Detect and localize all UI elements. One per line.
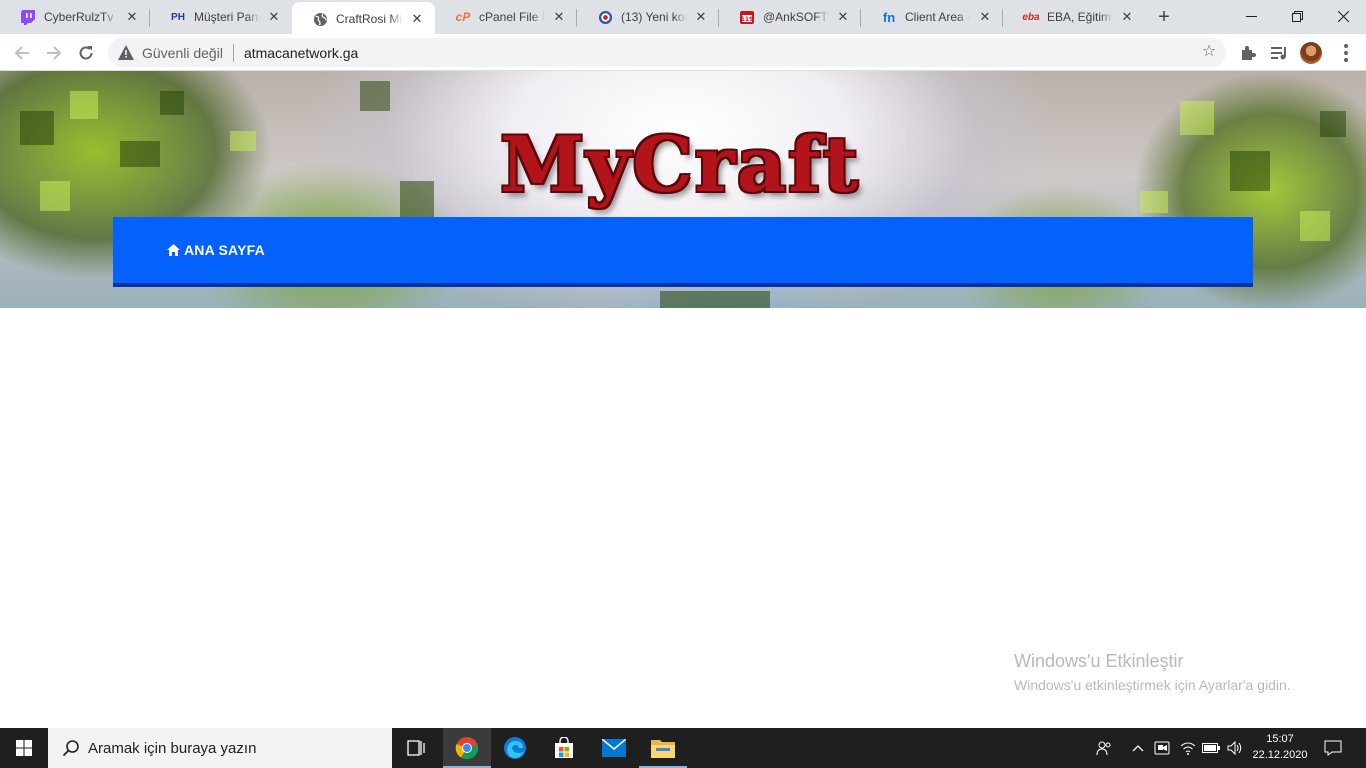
tab-title: cPanel File Manager — [479, 10, 545, 24]
tab-yeni-konu[interactable]: (13) Yeni konu ✕ — [577, 0, 719, 34]
cpanel-icon: cP — [455, 10, 471, 24]
windows-taskbar: Aramak için buraya yazın 15:07 22.12.202… — [0, 728, 1366, 768]
close-icon[interactable]: ✕ — [124, 9, 140, 25]
svg-text:119: 119 — [741, 16, 754, 23]
media-playlist-icon[interactable] — [1267, 41, 1291, 65]
store-icon — [555, 737, 573, 758]
windows-activation-watermark: Windows'u Etkinleştir Windows'u etkinleş… — [1014, 651, 1291, 693]
action-center-icon[interactable] — [1320, 728, 1346, 768]
new-tab-button[interactable]: + — [1152, 6, 1176, 30]
battery-icon[interactable] — [1200, 728, 1222, 768]
edge-icon — [504, 737, 526, 759]
chrome-menu-icon[interactable] — [1336, 41, 1356, 65]
taskbar-clock[interactable]: 15:07 22.12.2020 — [1248, 731, 1312, 763]
eba-icon: eba — [1022, 11, 1040, 23]
restore-button[interactable] — [1274, 0, 1320, 32]
hero-banner: MyCraft ANA SAYFA — [0, 71, 1366, 308]
tab-title: @AnkSOFT — [763, 10, 828, 24]
taskbar-file-explorer[interactable] — [639, 728, 687, 768]
bookmark-star-icon[interactable]: ☆ — [1200, 43, 1218, 61]
page-content: MyCraft ANA SAYFA — [0, 71, 1366, 728]
restore-icon — [1291, 10, 1303, 22]
security-status[interactable]: Güvenli değil — [142, 45, 223, 61]
mail-icon — [602, 739, 626, 757]
omnibox-divider — [232, 43, 234, 62]
globe-icon — [312, 11, 328, 27]
forum-icon — [597, 9, 613, 25]
tab-title: Client Area - Fn — [905, 10, 971, 24]
warning-triangle-icon[interactable] — [118, 45, 134, 61]
reload-icon — [79, 46, 93, 60]
tab-craftrosi[interactable]: CraftRosi Minecraft ✕ — [292, 2, 435, 36]
calendar-119-icon: 119 — [739, 9, 755, 25]
url-text[interactable]: atmacanetwork.ga — [244, 45, 358, 61]
search-placeholder: Aramak için buraya yazın — [88, 739, 257, 757]
meet-now-icon[interactable] — [1152, 728, 1172, 768]
tab-title: CraftRosi Minecraft — [336, 12, 403, 26]
tab-musteri-paneli[interactable]: PH Müşteri Paneli ✕ — [150, 0, 292, 34]
taskbar-edge[interactable] — [491, 728, 539, 768]
close-icon[interactable]: ✕ — [835, 9, 851, 25]
tab-strip: CyberRulzTv - Twitch ✕ PH Müşteri Paneli… — [0, 0, 1366, 36]
wifi-icon[interactable] — [1178, 728, 1198, 768]
site-logo[interactable]: MyCraft — [490, 119, 870, 209]
task-view-button[interactable] — [392, 728, 440, 768]
tab-client-area[interactable]: fn Client Area - Fn ✕ — [861, 0, 1003, 34]
close-icon[interactable]: ✕ — [266, 9, 282, 25]
clock-time: 15:07 — [1266, 733, 1294, 745]
start-button[interactable] — [0, 728, 48, 768]
twitch-icon — [20, 9, 36, 25]
close-icon[interactable]: ✕ — [409, 11, 425, 27]
tab-title: Müşteri Paneli — [194, 10, 260, 24]
reload-button[interactable] — [72, 39, 100, 67]
volume-icon[interactable] — [1224, 728, 1246, 768]
people-icon[interactable] — [1092, 728, 1116, 768]
browser-toolbar: Güvenli değil atmacanetwork.ga ☆ — [0, 34, 1366, 71]
nav-home-label: ANA SAYFA — [184, 242, 265, 258]
taskbar-search-box[interactable]: Aramak için buraya yazın — [48, 728, 392, 768]
tab-title: (13) Yeni konu — [621, 10, 687, 24]
arrow-left-icon — [14, 46, 29, 60]
chevron-up-icon[interactable] — [1128, 728, 1148, 768]
profile-avatar[interactable] — [1300, 42, 1322, 64]
nav-home-link[interactable]: ANA SAYFA — [167, 242, 265, 258]
home-icon — [167, 244, 180, 256]
tab-anksoft[interactable]: 119 @AnkSOFT ✕ — [719, 0, 861, 34]
arrow-right-icon — [47, 46, 62, 60]
close-icon[interactable]: ✕ — [551, 9, 567, 25]
close-icon[interactable]: ✕ — [693, 9, 709, 25]
taskbar-store[interactable] — [540, 728, 588, 768]
task-view-icon — [407, 740, 425, 756]
forward-button[interactable] — [40, 39, 68, 67]
taskbar-chrome[interactable] — [443, 728, 491, 768]
minimize-button[interactable] — [1228, 0, 1274, 32]
tab-twitch[interactable]: CyberRulzTv - Twitch ✕ — [0, 0, 150, 34]
windows-logo-icon — [16, 740, 32, 756]
ph-icon: PH — [171, 11, 185, 23]
minimize-icon — [1245, 15, 1257, 17]
search-icon — [62, 740, 79, 757]
close-window-button[interactable] — [1320, 0, 1366, 32]
close-icon[interactable]: ✕ — [977, 9, 993, 25]
tab-cpanel[interactable]: cP cPanel File Manager ✕ — [435, 0, 577, 34]
back-button[interactable] — [8, 39, 36, 67]
file-explorer-icon — [651, 740, 675, 758]
watermark-title: Windows'u Etkinleştir — [1014, 651, 1184, 671]
tab-title: CyberRulzTv - Twitch — [44, 10, 118, 24]
tab-eba[interactable]: eba EBA, Eğitim Bilişim Ağı ✕ — [1003, 0, 1145, 34]
extensions-puzzle-icon[interactable] — [1236, 41, 1260, 65]
main-navbar: ANA SAYFA — [113, 217, 1253, 287]
close-icon[interactable]: ✕ — [1119, 9, 1135, 25]
taskbar-mail[interactable] — [590, 728, 638, 768]
close-icon — [1337, 10, 1349, 22]
watermark-subtitle: Windows'u etkinleştirmek için Ayarlar'a … — [1014, 677, 1291, 693]
clock-date: 22.12.2020 — [1252, 749, 1308, 761]
fn-icon: fn — [882, 9, 896, 25]
tab-title: EBA, Eğitim Bilişim Ağı — [1047, 10, 1113, 24]
address-bar[interactable]: Güvenli değil atmacanetwork.ga ☆ — [108, 38, 1226, 67]
chrome-icon — [455, 737, 479, 760]
